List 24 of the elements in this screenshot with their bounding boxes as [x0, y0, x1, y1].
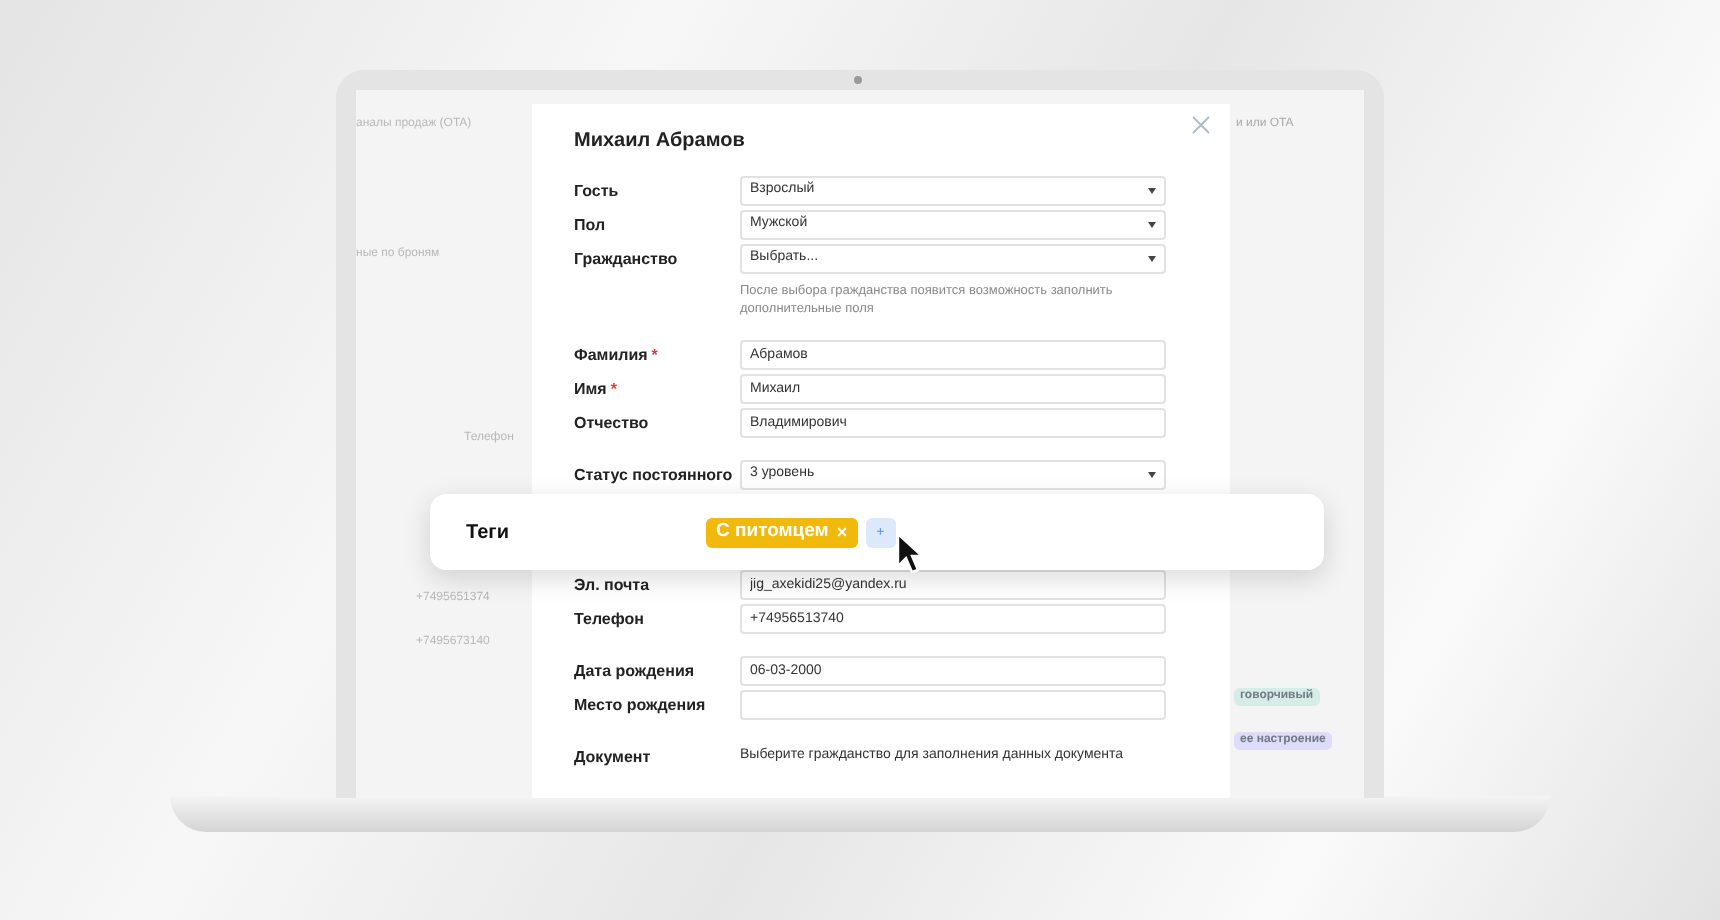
- field-label: Статус постоянного: [574, 463, 735, 487]
- field-label: Документ: [574, 745, 653, 769]
- field-label: Место рождения: [574, 693, 708, 717]
- field-label: Эл. почта: [574, 573, 652, 597]
- field-label: Пол: [574, 213, 608, 237]
- camera-icon: [854, 76, 862, 84]
- field-label: Имя *: [574, 377, 619, 401]
- tag-label: С питомцем: [716, 517, 829, 546]
- modal-title: Михаил Абрамов: [574, 128, 747, 156]
- field-label: Дата рождения: [574, 659, 697, 683]
- required-mark: *: [610, 379, 617, 397]
- caret-icon: [1148, 222, 1156, 228]
- close-icon[interactable]: [1192, 116, 1210, 134]
- required-mark: *: [651, 345, 658, 363]
- field-label: Телефон: [574, 607, 646, 631]
- field-label: Гость: [574, 179, 621, 203]
- caret-icon: [1148, 256, 1156, 262]
- field-label: Фамилия *: [574, 343, 660, 367]
- caret-icon: [1148, 188, 1156, 194]
- field-label: Отчество: [574, 411, 651, 435]
- field-label: Теги: [466, 519, 511, 547]
- input-field[interactable]: [740, 690, 1166, 720]
- field-label: Гражданство: [574, 247, 680, 271]
- caret-icon: [1148, 472, 1156, 478]
